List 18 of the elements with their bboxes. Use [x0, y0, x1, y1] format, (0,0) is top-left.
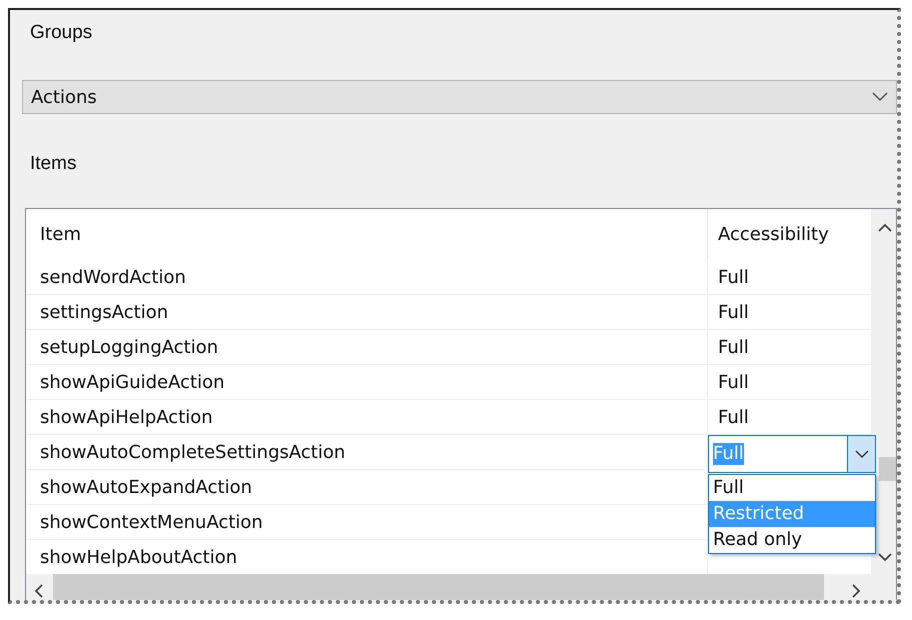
- table-cell: settingsAction: [26, 295, 708, 329]
- groups-dropdown[interactable]: Actions: [22, 80, 897, 114]
- table-cell: showAutoExpandAction: [26, 470, 708, 504]
- table-cell: Full: [718, 406, 749, 428]
- selected-value: Full: [713, 443, 744, 465]
- groups-label: Groups: [30, 22, 94, 45]
- table-cell: Full: [718, 266, 749, 288]
- table-cell: showApiHelpAction: [26, 400, 708, 434]
- table-cell: Full: [718, 336, 749, 358]
- table-cell: showContextMenuAction: [26, 505, 708, 539]
- items-label: Items: [30, 153, 78, 176]
- table-cell: sendWordAction: [26, 260, 708, 294]
- table-cell: showApiGuideAction: [26, 365, 708, 399]
- dropdown-option[interactable]: Read only: [709, 527, 875, 553]
- table-cell: Full: [718, 302, 749, 322]
- table-cell: setupLoggingAction: [26, 330, 708, 364]
- table-cell: Full: [718, 372, 749, 392]
- dropdown-option[interactable]: Full: [709, 475, 875, 501]
